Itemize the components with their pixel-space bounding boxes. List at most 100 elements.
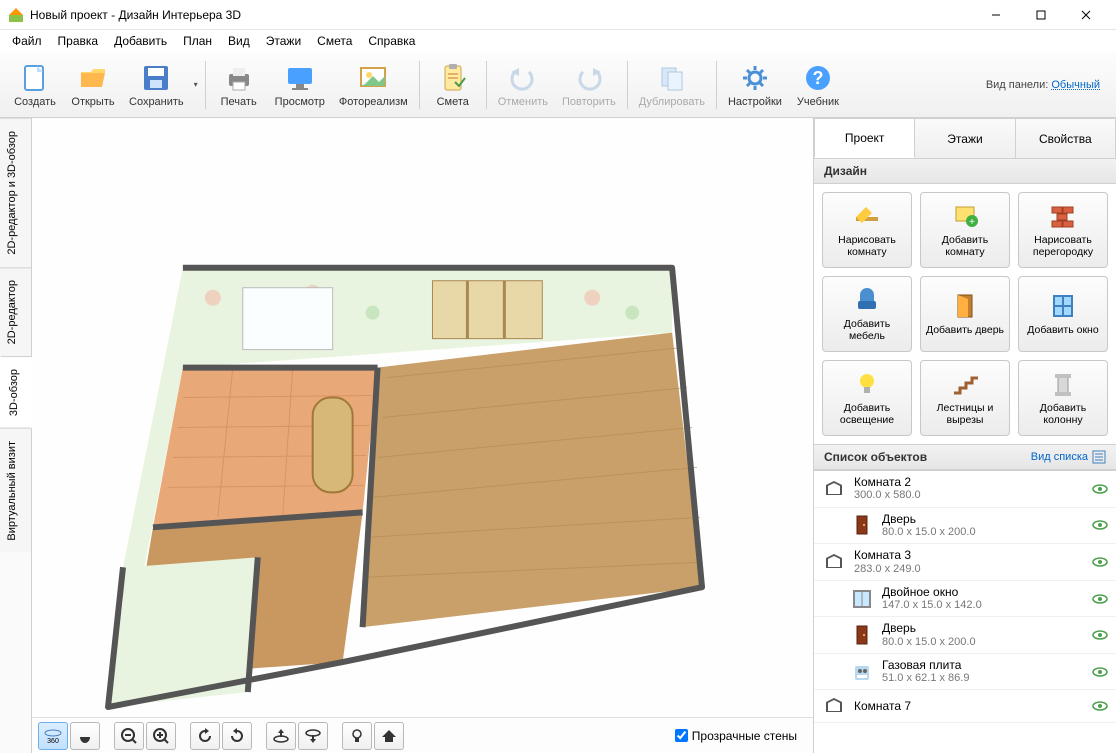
orbit-360-button[interactable]: 360 (38, 722, 68, 750)
light-button[interactable] (342, 722, 372, 750)
zoom-in-button[interactable] (146, 722, 176, 750)
settings-button[interactable]: Настройки (721, 55, 789, 115)
list-item[interactable]: Комната 2300.0 x 580.0 (814, 471, 1116, 508)
maximize-button[interactable] (1018, 0, 1063, 30)
add-column-button[interactable]: Добавить колонну (1018, 360, 1108, 436)
tilt-up-button[interactable] (266, 722, 296, 750)
tab-floors[interactable]: Этажи (915, 118, 1015, 158)
redo-label: Повторить (562, 96, 616, 108)
draw-room-button[interactable]: Нарисовать комнату (822, 192, 912, 268)
tutorial-label: Учебник (797, 96, 839, 108)
add-room-button[interactable]: + Добавить комнату (920, 192, 1010, 268)
visibility-toggle[interactable] (1092, 519, 1108, 531)
undo-label: Отменить (498, 96, 548, 108)
list-item[interactable]: Комната 3283.0 x 249.0 (814, 544, 1116, 581)
menu-edit[interactable]: Правка (50, 32, 107, 50)
photorealism-button[interactable]: Фотореализм (332, 55, 415, 115)
svg-text:360: 360 (47, 738, 59, 745)
list-item[interactable]: Газовая плита51.0 x 62.1 x 86.9 (814, 654, 1116, 691)
menu-view[interactable]: Вид (220, 32, 258, 50)
item-dimensions: 283.0 x 249.0 (854, 563, 1084, 576)
visibility-toggle[interactable] (1092, 483, 1108, 495)
save-icon (140, 62, 172, 94)
menu-add[interactable]: Добавить (106, 32, 175, 50)
list-view-icon (1092, 450, 1106, 464)
room-icon (822, 477, 846, 501)
open-label: Открыть (71, 96, 114, 108)
tab-virtual-visit[interactable]: Виртуальный визит (0, 428, 31, 553)
transparent-walls-input[interactable] (675, 729, 688, 742)
visibility-toggle[interactable] (1092, 593, 1108, 605)
item-text: Комната 7 (854, 699, 1084, 713)
pan-button[interactable] (70, 722, 100, 750)
tab-2d-and-3d[interactable]: 2D-редактор и 3D-обзор (0, 118, 31, 267)
separator (205, 61, 206, 109)
item-name: Комната 3 (854, 548, 1084, 562)
list-item[interactable]: Дверь80.0 x 15.0 x 200.0 (814, 617, 1116, 654)
tilt-down-button[interactable] (298, 722, 328, 750)
undo-button[interactable]: Отменить (491, 55, 555, 115)
tab-2d-editor[interactable]: 2D-редактор (0, 267, 31, 356)
zoom-out-button[interactable] (114, 722, 144, 750)
tab-3d-view[interactable]: 3D-обзор (0, 356, 32, 428)
design-tool-grid: Нарисовать комнату + Добавить комнату На… (814, 184, 1116, 444)
menu-file[interactable]: Файл (4, 32, 50, 50)
minimize-button[interactable] (973, 0, 1018, 30)
open-button[interactable]: Открыть (64, 55, 122, 115)
redo-icon (573, 62, 605, 94)
panel-mode-link[interactable]: Обычный (1051, 79, 1100, 91)
estimate-button[interactable]: Смета (424, 55, 482, 115)
column-icon (1047, 370, 1079, 398)
home-button[interactable] (374, 722, 404, 750)
toolbar: Создать Открыть Сохранить ▾ Печать Просм… (0, 52, 1116, 118)
visibility-toggle[interactable] (1092, 700, 1108, 712)
redo-button[interactable]: Повторить (555, 55, 623, 115)
pencil-ruler-icon (851, 202, 883, 230)
add-light-button[interactable]: Добавить освещение (822, 360, 912, 436)
clipboard-icon (437, 62, 469, 94)
rotate-right-button[interactable] (222, 722, 252, 750)
list-item[interactable]: Дверь80.0 x 15.0 x 200.0 (814, 508, 1116, 545)
visibility-toggle[interactable] (1092, 666, 1108, 678)
item-name: Двойное окно (882, 585, 1084, 599)
room-icon (822, 550, 846, 574)
settings-label: Настройки (728, 96, 782, 108)
visibility-toggle[interactable] (1092, 629, 1108, 641)
close-button[interactable] (1063, 0, 1108, 30)
save-button[interactable]: Сохранить (122, 55, 191, 115)
save-dropdown[interactable]: ▾ (191, 55, 201, 115)
list-item[interactable]: Двойное окно147.0 x 15.0 x 142.0 (814, 581, 1116, 618)
object-list[interactable]: Комната 2300.0 x 580.0Дверь80.0 x 15.0 x… (814, 470, 1116, 753)
add-furniture-button[interactable]: Добавить мебель (822, 276, 912, 352)
item-text: Комната 2300.0 x 580.0 (854, 475, 1084, 503)
preview-button[interactable]: Просмотр (268, 55, 332, 115)
item-dimensions: 80.0 x 15.0 x 200.0 (882, 636, 1084, 649)
door-icon (850, 623, 874, 647)
gear-icon (739, 62, 771, 94)
list-item[interactable]: Комната 7 (814, 690, 1116, 723)
duplicate-button[interactable]: Дублировать (632, 55, 712, 115)
print-button[interactable]: Печать (210, 55, 268, 115)
rotate-left-button[interactable] (190, 722, 220, 750)
draw-partition-button[interactable]: Нарисовать перегородку (1018, 192, 1108, 268)
add-door-button[interactable]: Добавить дверь (920, 276, 1010, 352)
separator (716, 61, 717, 109)
stairs-button[interactable]: Лестницы и вырезы (920, 360, 1010, 436)
item-name: Дверь (882, 512, 1084, 526)
create-button[interactable]: Создать (6, 55, 64, 115)
add-window-button[interactable]: Добавить окно (1018, 276, 1108, 352)
design-section-header: Дизайн (814, 158, 1116, 184)
transparent-walls-label: Прозрачные стены (692, 729, 797, 743)
transparent-walls-checkbox[interactable]: Прозрачные стены (675, 729, 807, 743)
tab-project[interactable]: Проект (814, 118, 915, 158)
menu-help[interactable]: Справка (360, 32, 423, 50)
3d-viewport[interactable] (32, 118, 813, 717)
menu-estimate[interactable]: Смета (309, 32, 360, 50)
menu-plan[interactable]: План (175, 32, 220, 50)
create-label: Создать (14, 96, 56, 108)
list-view-toggle[interactable]: Вид списка (1031, 450, 1106, 464)
tutorial-button[interactable]: ? Учебник (789, 55, 847, 115)
tab-properties[interactable]: Свойства (1016, 118, 1116, 158)
visibility-toggle[interactable] (1092, 556, 1108, 568)
menu-floors[interactable]: Этажи (258, 32, 309, 50)
